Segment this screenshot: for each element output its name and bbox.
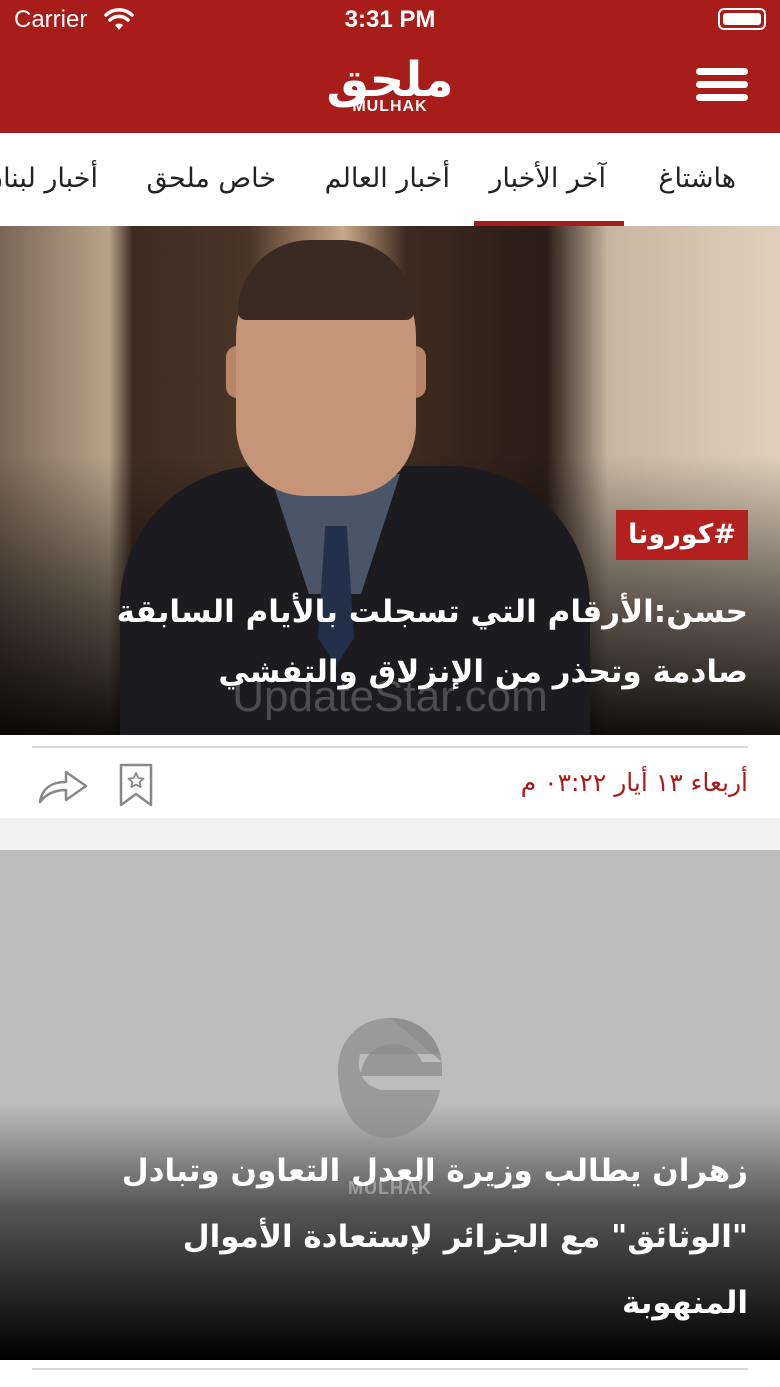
tab-hashtag[interactable]: هاشتاغ [658,163,736,194]
battery-icon [718,8,766,30]
category-tabs: هاشتاغ آخر الأخبار أخبار العالم خاص ملحق… [0,133,780,226]
clock: 3:31 PM [344,6,436,33]
logo-english: MULHAK [352,98,428,115]
hashtag-badge[interactable]: #كورونا [616,510,748,560]
hamburger-menu-icon[interactable] [696,68,748,106]
tab-world-news[interactable]: أخبار العالم [325,163,450,194]
share-arrow-icon[interactable] [36,766,90,806]
status-bar: Carrier 3:31 PM [0,0,780,44]
article-title[interactable]: زهران يطالب وزيرة العدل التعاون وتبادل "… [48,1138,748,1336]
placeholder-logo-icon [338,1018,442,1138]
article-card-hero[interactable]: #كورونا حسن:الأرقام التي تسجلت بالأيام ا… [0,226,780,735]
app-header: Carrier 3:31 PM ملحق MULHAK [0,0,780,133]
card-spacer [0,818,780,850]
article-date: أربعاء ١٣ أيار ٠٣:٢٢ م [520,768,748,797]
bookmark-star-icon[interactable] [118,762,154,808]
article-meta-row: أربعاء ١٣ أيار ٠٣:٢٢ م [0,748,780,818]
tab-latest-news[interactable]: آخر الأخبار [489,163,606,194]
tab-lebanon-news[interactable]: أخبار لبنان [0,163,98,194]
logo-arabic: ملحق [326,52,454,108]
tab-mulhak-exclusive[interactable]: خاص ملحق [147,163,277,194]
divider [32,1368,748,1370]
article-card[interactable]: MULHAK زهران يطالب وزيرة العدل التعاون و… [0,850,780,1360]
watermark: UpdateStar.com [232,672,548,721]
app-logo[interactable]: ملحق MULHAK [0,52,780,116]
